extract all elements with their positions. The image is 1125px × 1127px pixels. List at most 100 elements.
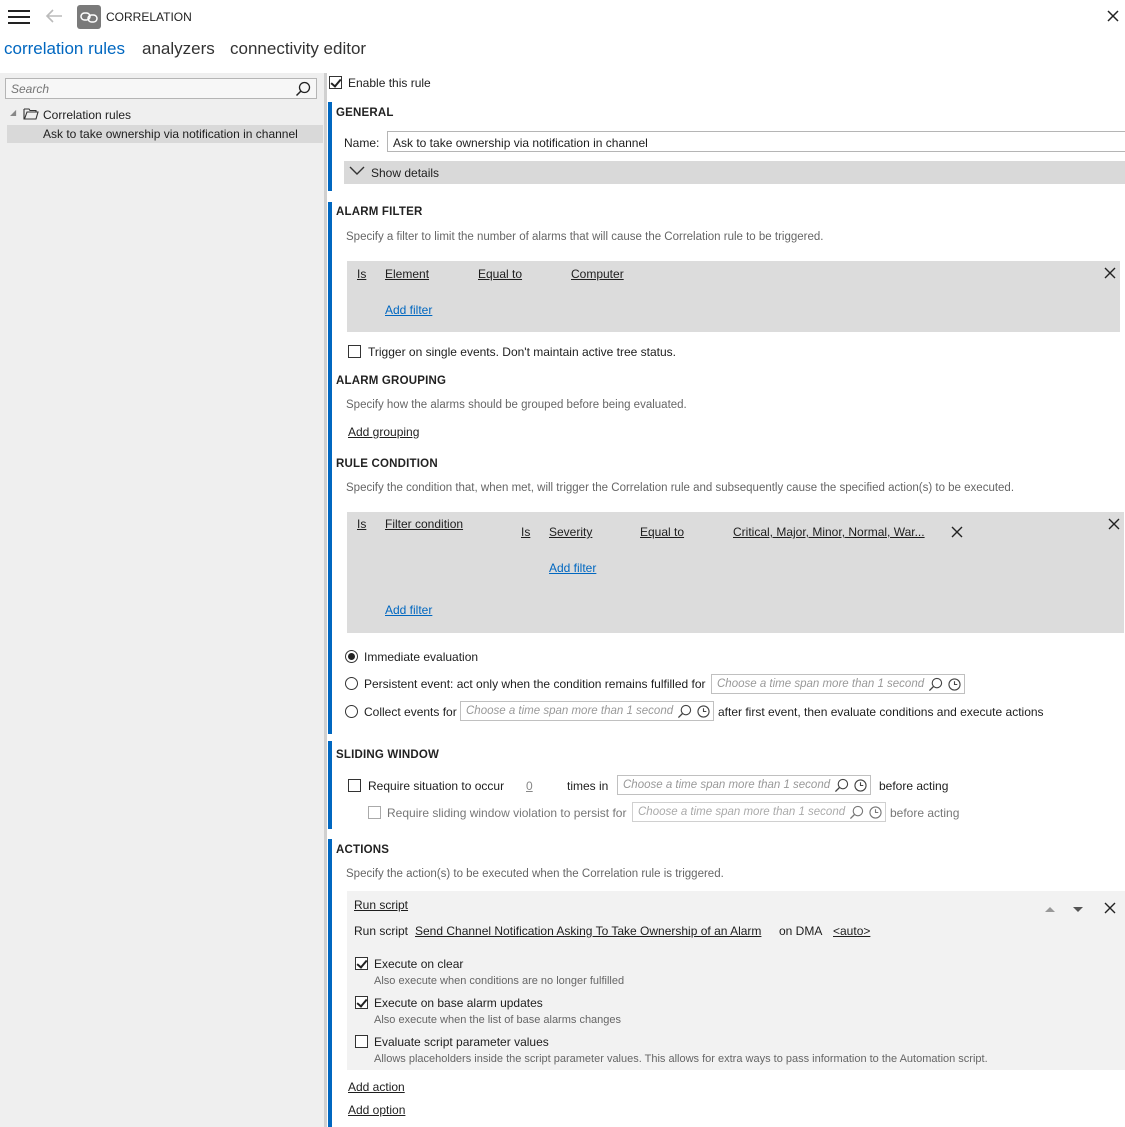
collect-events-suffix: after first event, then evaluate conditi…	[718, 705, 1044, 719]
name-label: Name:	[344, 136, 380, 150]
back-arrow-icon[interactable]	[44, 7, 66, 27]
tree-folder-correlation-rules[interactable]: ◢ Correlation rules	[10, 106, 320, 124]
general-section-bar	[328, 102, 332, 191]
outer-add-filter-link[interactable]: Add filter	[385, 603, 432, 617]
add-action-link[interactable]: Add action	[348, 1080, 405, 1094]
add-filter-link[interactable]: Add filter	[385, 303, 432, 317]
hamburger-menu-icon[interactable]	[8, 10, 30, 26]
remove-inner-filter-icon[interactable]	[951, 526, 963, 541]
inner-filter-value-selector[interactable]: Critical, Major, Minor, Normal, War...	[733, 525, 925, 539]
require-situation-label: Require situation to occur	[368, 779, 505, 793]
general-title: GENERAL	[336, 107, 394, 119]
search-input[interactable]	[6, 79, 286, 98]
dma-selector[interactable]: <auto>	[833, 924, 870, 938]
tree-expander-icon[interactable]: ◢	[10, 108, 16, 117]
filter-is-toggle[interactable]: Is	[357, 267, 366, 281]
search-icon[interactable]	[928, 677, 943, 695]
execute-on-base-updates-label: Execute on base alarm updates	[374, 996, 543, 1010]
add-option-link[interactable]: Add option	[348, 1103, 405, 1117]
sliding-window-timespan-field[interactable]: Choose a time span more than 1 second	[617, 775, 871, 795]
action-type-selector[interactable]: Run script	[354, 898, 408, 912]
execute-on-clear-checkbox[interactable]	[355, 957, 368, 970]
evaluate-params-checkbox[interactable]	[355, 1035, 368, 1048]
enable-rule-checkbox[interactable]	[329, 76, 342, 89]
condition-type-selector[interactable]: Filter condition	[385, 517, 463, 531]
action-box: Run script Run script Send Channel Notif…	[347, 891, 1125, 1070]
move-down-icon[interactable]	[1072, 903, 1084, 917]
persistent-event-label: Persistent event: act only when the cond…	[364, 677, 706, 691]
alarm-grouping-title: ALARM GROUPING	[336, 375, 447, 387]
show-details-label: Show details	[371, 166, 440, 180]
add-grouping-link[interactable]: Add grouping	[348, 425, 419, 439]
inner-add-filter-link[interactable]: Add filter	[549, 561, 596, 575]
show-details-bar[interactable]: Show details	[344, 161, 1125, 184]
occurrence-count-field[interactable]: 0	[526, 779, 533, 793]
actions-section-bar	[328, 839, 332, 1127]
clock-icon[interactable]	[869, 806, 882, 822]
collect-events-radio[interactable]	[345, 705, 358, 718]
chevron-down-icon	[349, 165, 365, 180]
before-acting-label: before acting	[879, 779, 949, 793]
tree-folder-label: Correlation rules	[43, 108, 132, 122]
filter-operator-selector[interactable]: Equal to	[478, 267, 522, 281]
persist-timespan-field[interactable]: Choose a time span more than 1 second	[632, 802, 886, 822]
remove-filter-icon[interactable]	[1104, 267, 1116, 282]
condition-is-toggle[interactable]: Is	[357, 517, 366, 531]
on-dma-label: on DMA	[779, 924, 823, 938]
clock-icon[interactable]	[948, 678, 961, 694]
search-icon[interactable]	[295, 81, 311, 100]
execute-on-base-updates-checkbox[interactable]	[355, 996, 368, 1009]
filter-value-selector[interactable]: Computer	[571, 267, 624, 281]
app-title: CORRELATION	[106, 10, 192, 24]
search-icon[interactable]	[849, 805, 864, 823]
alarm-grouping-description: Specify how the alarms should be grouped…	[346, 399, 687, 411]
collect-events-label: Collect events for	[364, 705, 457, 719]
immediate-evaluation-radio[interactable]	[345, 650, 358, 663]
remove-condition-icon[interactable]	[1108, 518, 1120, 533]
inner-filter-operator-selector[interactable]: Equal to	[640, 525, 684, 539]
rule-condition-title: RULE CONDITION	[336, 458, 438, 470]
immediate-evaluation-label: Immediate evaluation	[364, 650, 479, 664]
persist-violation-checkbox[interactable]	[368, 806, 381, 819]
alarm-filter-title: ALARM FILTER	[336, 206, 423, 218]
clock-icon[interactable]	[697, 705, 710, 721]
execute-on-clear-label: Execute on clear	[374, 957, 464, 971]
persistent-event-radio[interactable]	[345, 677, 358, 690]
collect-timespan-field[interactable]: Choose a time span more than 1 second	[460, 701, 714, 721]
persist-timespan-placeholder: Choose a time span more than 1 second	[638, 806, 846, 818]
inner-filter-field-selector[interactable]: Severity	[549, 525, 592, 539]
tab-correlation-rules[interactable]: correlation rules	[4, 39, 125, 59]
actions-title: ACTIONS	[336, 844, 390, 856]
require-situation-checkbox[interactable]	[348, 779, 361, 792]
tab-connectivity-editor[interactable]: connectivity editor	[230, 39, 366, 59]
collect-timespan-placeholder: Choose a time span more than 1 second	[466, 705, 674, 717]
run-script-label: Run script	[354, 924, 409, 938]
evaluate-params-label: Evaluate script parameter values	[374, 1035, 549, 1049]
script-selector[interactable]: Send Channel Notification Asking To Take…	[415, 924, 761, 938]
tree-item-rule[interactable]: Ask to take ownership via notification i…	[7, 125, 323, 143]
rule-condition-description: Specify the condition that, when met, wi…	[346, 482, 1015, 494]
title-bar: CORRELATION	[0, 0, 1125, 34]
alarm-filter-description: Specify a filter to limit the number of …	[346, 231, 824, 243]
search-box[interactable]	[5, 78, 317, 99]
persistent-timespan-field[interactable]: Choose a time span more than 1 second	[711, 674, 965, 694]
persist-violation-label: Require sliding window violation to pers…	[387, 806, 627, 820]
remove-action-icon[interactable]	[1104, 902, 1116, 917]
single-events-label: Trigger on single events. Don't maintain…	[368, 345, 676, 359]
search-icon[interactable]	[677, 704, 692, 722]
filter-field-selector[interactable]: Element	[385, 267, 429, 281]
sidebar	[0, 73, 324, 1127]
evaluate-params-sub: Allows placeholders inside the script pa…	[374, 1053, 988, 1065]
search-icon[interactable]	[834, 778, 849, 796]
move-up-icon[interactable]	[1044, 902, 1056, 916]
sliding-window-title: SLIDING WINDOW	[336, 749, 440, 761]
single-events-checkbox[interactable]	[348, 345, 361, 358]
close-icon[interactable]	[1106, 8, 1124, 26]
inner-filter-is-toggle[interactable]: Is	[521, 525, 530, 539]
folder-icon	[23, 107, 39, 123]
sliding-window-timespan-placeholder: Choose a time span more than 1 second	[623, 779, 831, 791]
clock-icon[interactable]	[854, 779, 867, 795]
tab-analyzers[interactable]: analyzers	[142, 39, 215, 59]
name-field[interactable]: Ask to take ownership via notification i…	[387, 131, 1125, 152]
sidebar-splitter[interactable]	[324, 73, 327, 1127]
